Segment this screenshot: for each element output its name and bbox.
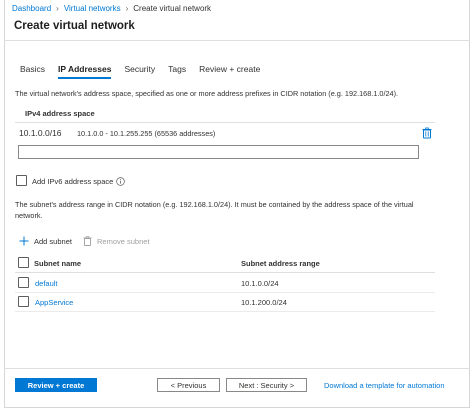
- previous-button[interactable]: < Previous: [157, 378, 220, 392]
- remove-subnet-label: Remove subnet: [97, 236, 150, 246]
- subnet-name-header: Subnet name: [34, 259, 82, 268]
- tab-ip-addresses[interactable]: IP Addresses: [58, 64, 112, 79]
- chevron-right-icon: ›: [125, 4, 129, 13]
- new-address-prefix-input[interactable]: [18, 145, 419, 159]
- divider: [15, 122, 435, 123]
- divider: [15, 292, 435, 293]
- subnet-name-link[interactable]: default: [35, 279, 58, 288]
- subnet-row-checkbox[interactable]: [18, 277, 29, 288]
- select-all-checkbox[interactable]: [18, 257, 29, 268]
- subnet-description: The subnet's address range in CIDR notat…: [15, 200, 414, 220]
- review-create-button[interactable]: Review + create: [15, 378, 97, 392]
- trash-icon[interactable]: [421, 127, 433, 139]
- remove-subnet-button[interactable]: Remove subnet: [83, 236, 150, 246]
- plus-icon: [19, 236, 29, 246]
- info-icon[interactable]: [116, 177, 125, 186]
- download-template-link[interactable]: Download a template for automation: [324, 381, 445, 390]
- subnet-name-link[interactable]: AppService: [35, 298, 73, 307]
- ipv6-label: Add IPv6 address space: [32, 177, 114, 186]
- tab-review-create[interactable]: Review + create: [199, 64, 260, 79]
- ipv6-checkbox[interactable]: [16, 175, 27, 186]
- next-button[interactable]: Next : Security >: [226, 378, 307, 392]
- address-prefix[interactable]: 10.1.0.0/16: [19, 128, 62, 138]
- add-subnet-button[interactable]: Add subnet: [19, 236, 72, 246]
- subnet-range-header: Subnet address range: [241, 259, 320, 268]
- divider: [15, 311, 435, 312]
- footer-divider: [4, 368, 470, 369]
- add-subnet-label: Add subnet: [34, 236, 72, 246]
- tab-security[interactable]: Security: [124, 64, 155, 79]
- ipv4-column-header: IPv4 address space: [25, 109, 95, 118]
- breadcrumb-current: Create virtual network: [133, 4, 212, 13]
- divider: [15, 272, 435, 273]
- subnet-range: 10.1.0.0/24: [241, 279, 279, 288]
- breadcrumb: Dashboard › Virtual networks › Create vi…: [12, 4, 211, 13]
- address-range: 10.1.0.0 - 10.1.255.255 (65536 addresses…: [77, 129, 216, 138]
- chevron-right-icon: ›: [56, 4, 59, 13]
- page-title: Create virtual network: [14, 20, 135, 32]
- trash-icon: [83, 236, 92, 246]
- tab-basics[interactable]: Basics: [20, 64, 45, 79]
- breadcrumb-virtual-networks-link[interactable]: Virtual networks: [64, 4, 121, 13]
- tab-tags[interactable]: Tags: [168, 64, 186, 79]
- tab-bar: Basics IP Addresses Security Tags Review…: [20, 64, 273, 79]
- breadcrumb-dashboard-link[interactable]: Dashboard: [12, 4, 51, 13]
- title-divider: [4, 40, 470, 41]
- subnet-range: 10.1.200.0/24: [241, 298, 287, 307]
- subnet-row-checkbox[interactable]: [18, 296, 29, 307]
- address-space-description: The virtual network's address space, spe…: [15, 89, 399, 98]
